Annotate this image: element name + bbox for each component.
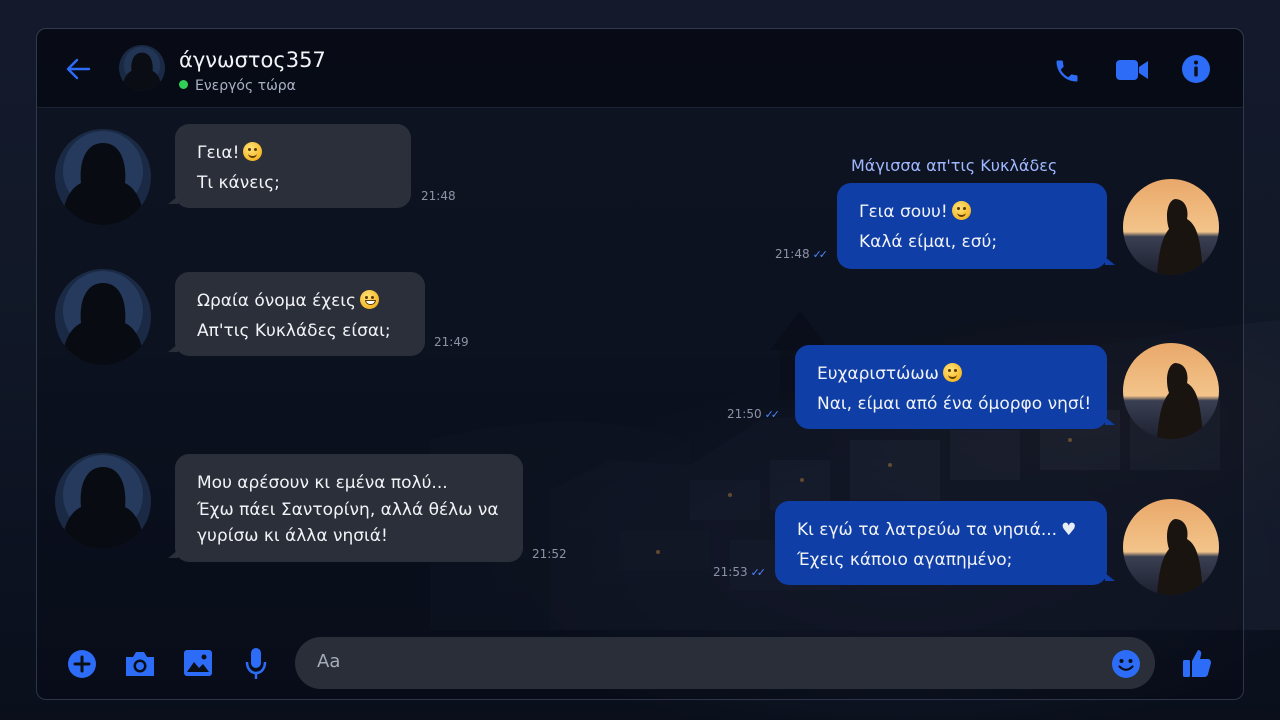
message-bubble-incoming[interactable]: Μου αρέσουν κι εμένα πολύ... Έχω πάει Σα… bbox=[168, 454, 523, 562]
camera-icon[interactable] bbox=[123, 649, 157, 679]
message-time: 21:50 bbox=[727, 407, 762, 421]
my-avatar-2 bbox=[1123, 343, 1219, 439]
message-text: Τι κάνεις; bbox=[197, 173, 280, 193]
contact-avatar-3 bbox=[55, 453, 151, 549]
info-icon[interactable] bbox=[1181, 54, 1211, 84]
image-icon[interactable] bbox=[183, 649, 213, 677]
emoji-icon[interactable] bbox=[1111, 649, 1141, 679]
message-text: Γεια σουυ! bbox=[859, 202, 948, 222]
message-time-row: 21:53 ✓✓ bbox=[713, 565, 767, 579]
contact-avatar[interactable] bbox=[119, 45, 165, 91]
message-text: Έχω πάει Σαντορίνη, αλλά θέλω να bbox=[197, 500, 499, 520]
online-status: Ενεργός τώρα bbox=[179, 78, 296, 94]
message-text: Έχεις κάποιο αγαπημένο; bbox=[797, 550, 1013, 570]
thumbs-up-icon[interactable] bbox=[1181, 647, 1213, 679]
smile-emoji-icon bbox=[243, 142, 263, 161]
my-avatar-1 bbox=[1123, 179, 1219, 275]
read-receipt-icon: ✓✓ bbox=[764, 408, 781, 421]
message-text: Γεια! bbox=[197, 143, 240, 163]
message-time: 21:53 bbox=[713, 565, 748, 579]
smile-emoji-icon bbox=[942, 363, 962, 382]
white-heart-icon: ♥ bbox=[1061, 520, 1077, 540]
mic-icon[interactable] bbox=[245, 647, 267, 681]
message-text: Απ'τις Κυκλάδες είσαι; bbox=[197, 321, 391, 341]
message-input[interactable]: Aa bbox=[295, 637, 1155, 689]
message-time: 21:48 bbox=[775, 247, 810, 261]
read-receipt-icon: ✓✓ bbox=[812, 248, 829, 261]
phone-icon[interactable] bbox=[1053, 57, 1081, 85]
message-time: 21:49 bbox=[434, 335, 469, 349]
message-bubble-incoming[interactable]: Γεια! Τι κάνεις; bbox=[168, 124, 411, 208]
message-bubble-outgoing[interactable]: Κι εγώ τα λατρεύω τα νησιά... ♥ Έχεις κάπ… bbox=[775, 501, 1115, 585]
message-time: 21:48 bbox=[421, 189, 456, 203]
contact-avatar-1 bbox=[55, 129, 151, 225]
message-bubble-outgoing[interactable]: Ευχαριστώωω Ναι, είμαι από ένα όμορφο νη… bbox=[795, 345, 1115, 429]
grin-emoji-icon bbox=[360, 290, 380, 309]
video-icon[interactable] bbox=[1115, 57, 1149, 83]
message-composer: Aa bbox=[37, 629, 1243, 699]
arrow-left-icon[interactable] bbox=[65, 57, 91, 81]
message-bubble-outgoing[interactable]: Γεια σουυ! Καλά είμαι, εσύ; bbox=[837, 183, 1115, 269]
smile-emoji-icon bbox=[951, 201, 971, 220]
message-text: γυρίσω κι άλλα νησιά! bbox=[197, 526, 388, 546]
message-time-row: 21:50 ✓✓ bbox=[727, 407, 781, 421]
status-text: Ενεργός τώρα bbox=[195, 78, 296, 94]
my-avatar-3 bbox=[1123, 499, 1219, 595]
chat-window: άγνωστος357 Ενεργός τώρα Μάγισσα απ'τις bbox=[36, 28, 1244, 700]
message-text: Ευχαριστώωω bbox=[817, 364, 939, 384]
sender-name: Μάγισσα απ'τις Κυκλάδες bbox=[851, 156, 1058, 175]
online-dot bbox=[179, 80, 188, 89]
contact-avatar-2 bbox=[55, 269, 151, 365]
plus-icon[interactable] bbox=[67, 649, 97, 679]
message-time: 21:52 bbox=[532, 547, 567, 561]
message-text: Καλά είμαι, εσύ; bbox=[859, 232, 998, 252]
message-bubble-incoming[interactable]: Ωραία όνομα έχεις Απ'τις Κυκλάδες είσαι; bbox=[168, 272, 425, 356]
message-text: Ναι, είμαι από ένα όμορφο νησί! bbox=[817, 394, 1092, 414]
message-time-row: 21:48 ✓✓ bbox=[775, 247, 829, 261]
message-text: Ωραία όνομα έχεις bbox=[197, 291, 357, 311]
chat-header: άγνωστος357 Ενεργός τώρα bbox=[37, 29, 1243, 108]
contact-name[interactable]: άγνωστος357 bbox=[179, 48, 326, 72]
message-text: Μου αρέσουν κι εμένα πολύ... bbox=[197, 473, 448, 493]
read-receipt-icon: ✓✓ bbox=[750, 566, 767, 579]
message-text: Κι εγώ τα λατρεύω τα νησιά... bbox=[797, 520, 1058, 540]
